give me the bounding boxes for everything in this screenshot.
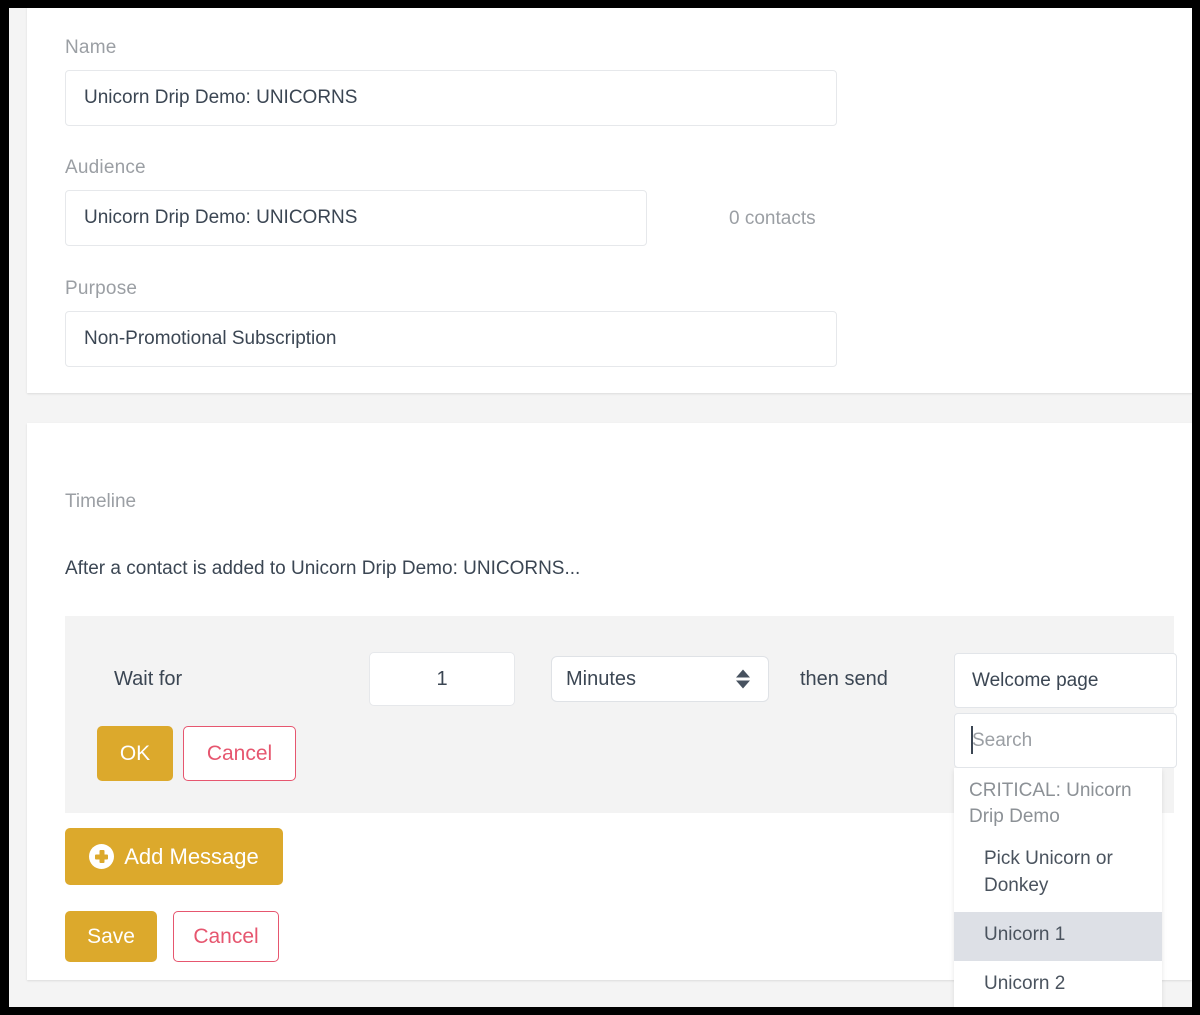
audience-label: Audience [65,157,146,178]
option-item[interactable]: Unicorn 1 [954,912,1162,962]
add-message-label: Add Message [124,843,259,869]
wait-amount-input[interactable] [369,652,515,706]
purpose-label: Purpose [65,278,138,299]
wait-cancel-button[interactable]: Cancel [183,726,296,781]
chevron-updown-icon [736,669,750,689]
save-button[interactable]: Save [65,911,157,962]
timeline-description: After a contact is added to Unicorn Drip… [65,558,581,579]
add-message-button[interactable]: Add Message [65,828,283,885]
purpose-input[interactable]: Non-Promotional Subscription [65,311,837,367]
text-cursor-icon [971,726,973,754]
wait-for-label: Wait for [114,668,183,690]
message-option-list[interactable]: CRITICAL: Unicorn Drip Demo Pick Unicorn… [954,768,1162,1007]
audience-contacts-count: 0 contacts [729,208,816,229]
name-input[interactable]: Unicorn Drip Demo: UNICORNS [65,70,837,126]
option-group-header: CRITICAL: Unicorn Drip Demo [969,780,1132,828]
screenshot-frame: Name Unicorn Drip Demo: UNICORNS Audienc… [0,0,1200,1015]
wait-ok-button[interactable]: OK [97,726,173,781]
option-item[interactable]: Unicorn 2 [954,961,1162,1007]
wait-unit-value: Minutes [566,667,637,690]
plus-circle-icon [89,844,115,869]
app-viewport: Name Unicorn Drip Demo: UNICORNS Audienc… [9,8,1192,1007]
timeline-label: Timeline [65,491,137,512]
name-label: Name [65,37,117,58]
campaign-details-card: Name Unicorn Drip Demo: UNICORNS Audienc… [27,8,1192,393]
cancel-button[interactable]: Cancel [173,911,279,962]
then-send-label: then send [800,668,888,690]
message-search-wrapper [954,713,1177,768]
wait-unit-select[interactable]: Minutes [551,656,769,702]
message-search-input[interactable] [954,713,1177,768]
audience-input[interactable]: Unicorn Drip Demo: UNICORNS [65,190,647,246]
option-item[interactable]: Pick Unicorn or Donkey [954,836,1162,912]
message-select[interactable]: Welcome page [954,653,1177,708]
